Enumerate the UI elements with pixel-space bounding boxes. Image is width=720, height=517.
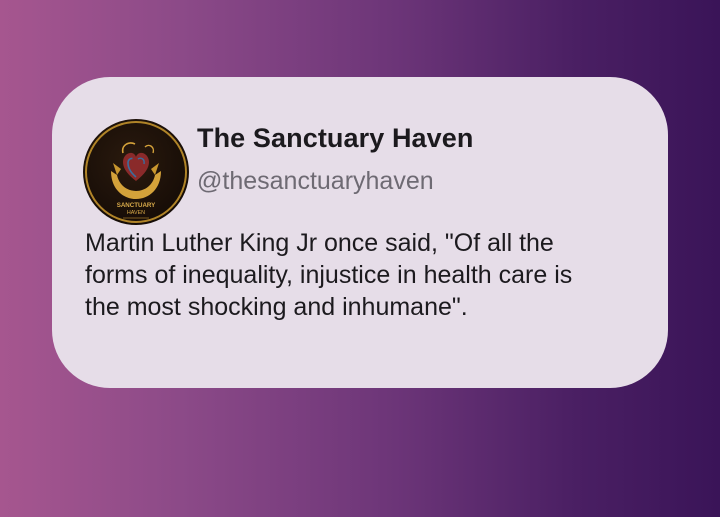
post-text-line: Martin Luther King Jr once said, "Of all… xyxy=(85,229,554,257)
sanctuary-haven-logo-icon: SANCTUARY HAVEN xyxy=(85,121,187,223)
avatar[interactable]: SANCTUARY HAVEN xyxy=(83,119,189,225)
post-card: SANCTUARY HAVEN The Sanctuary Haven @the… xyxy=(52,77,668,388)
post-text: Martin Luther King Jr once said, "Of all… xyxy=(85,227,645,323)
post-text-line: the most shocking and inhumane". xyxy=(85,293,468,321)
avatar-text-line-1: SANCTUARY xyxy=(117,202,156,209)
user-handle[interactable]: @thesanctuaryhaven xyxy=(197,167,434,196)
avatar-text-line-2: HAVEN xyxy=(127,210,145,216)
post-text-line: forms of inequality, injustice in health… xyxy=(85,261,573,289)
display-name[interactable]: The Sanctuary Haven xyxy=(197,123,474,154)
